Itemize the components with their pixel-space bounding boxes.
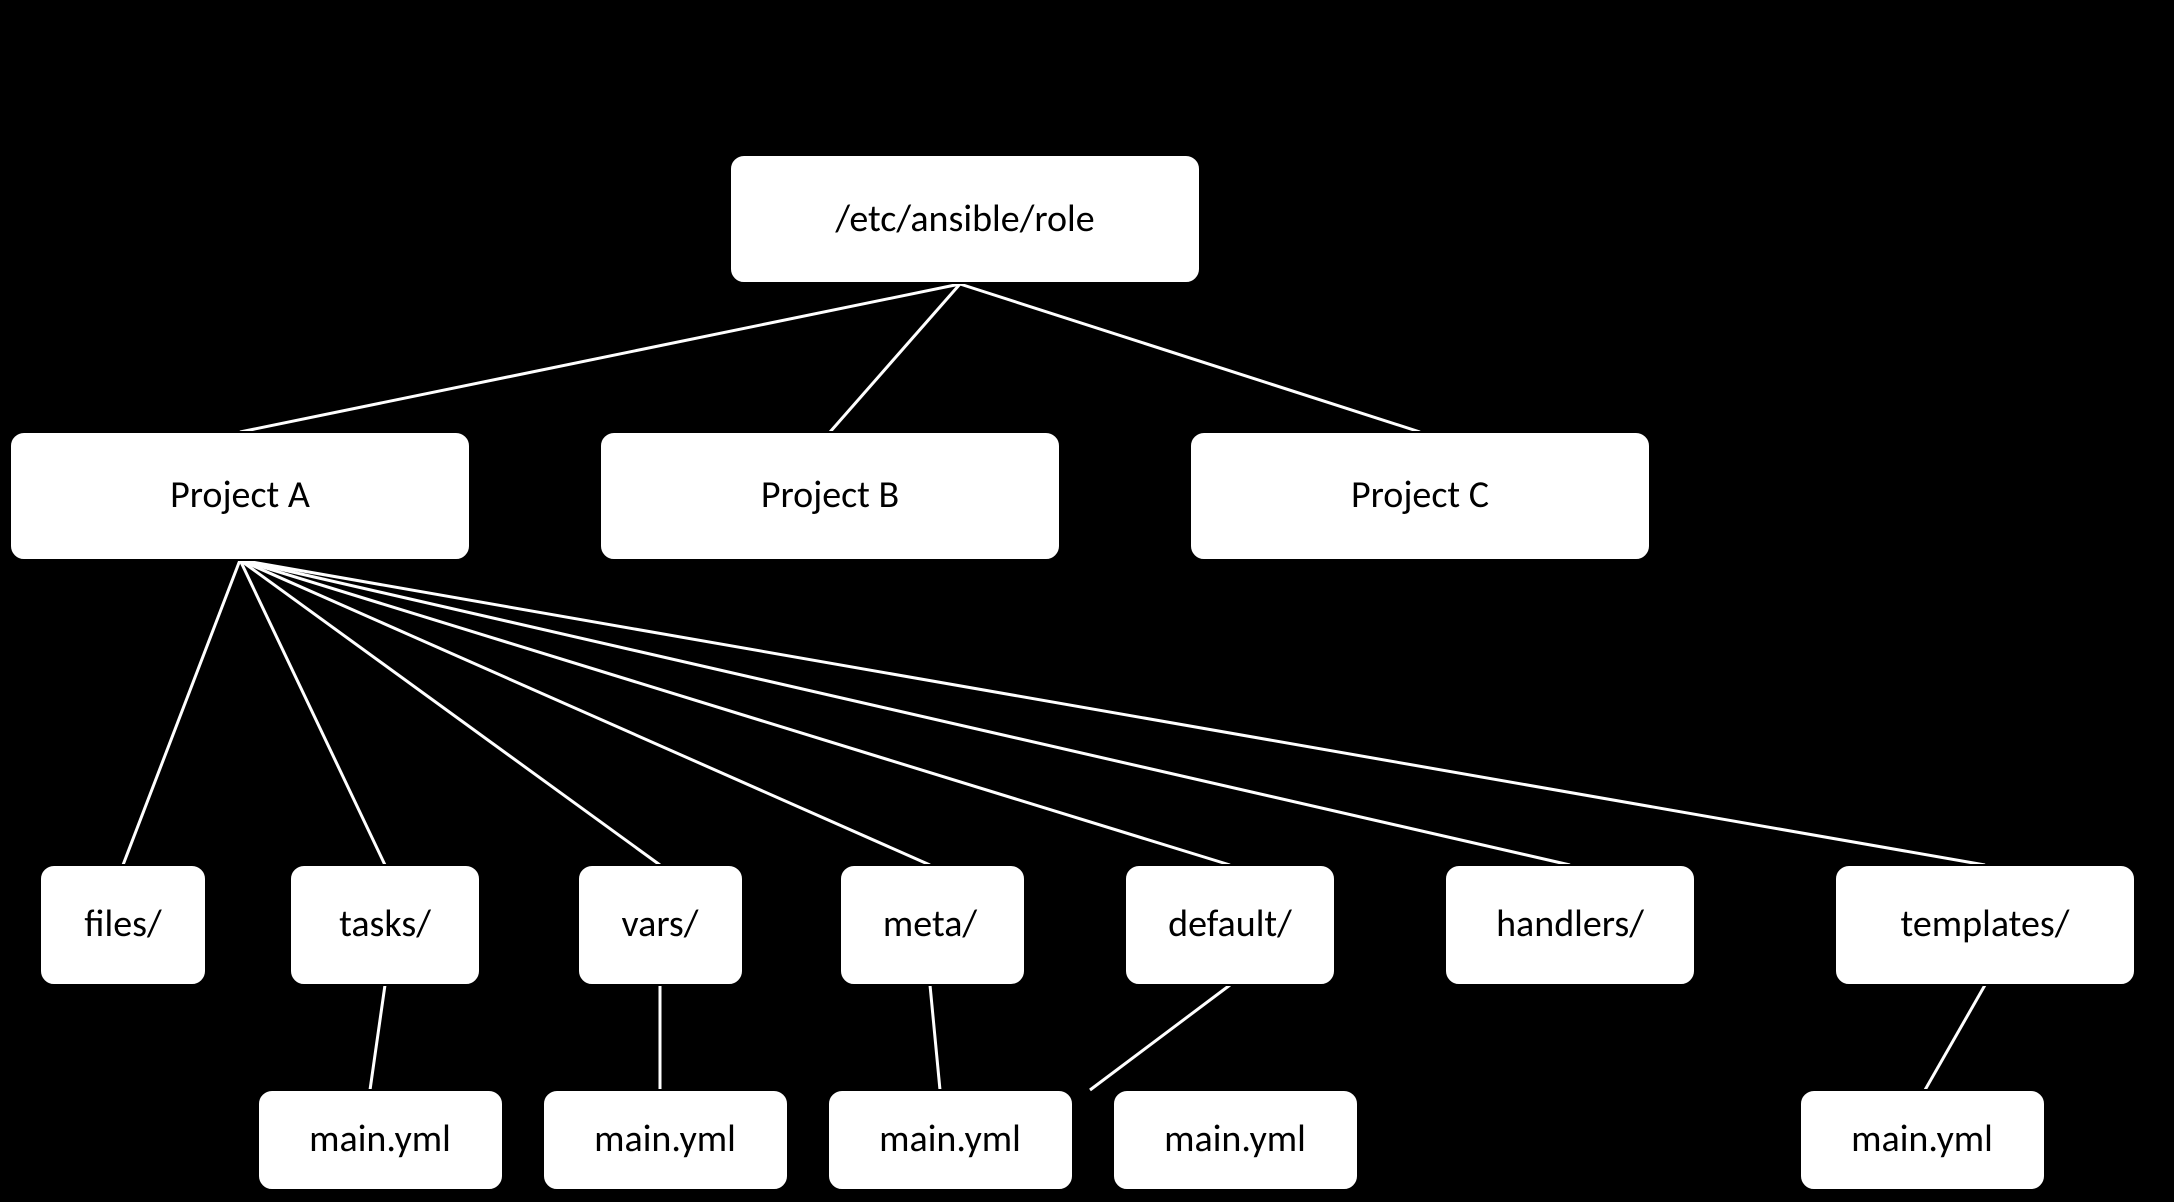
dir-tasks-label: tasks/ [339,901,431,947]
node-file-vars-main: main.yml [543,1090,788,1190]
edge-default-main [1090,985,1230,1090]
dir-vars-label: vars/ [622,901,699,947]
node-file-tasks-main: main.yml [258,1090,503,1190]
dir-default-label: default/ [1168,901,1292,947]
node-file-templates-main: main.yml [1800,1090,2045,1190]
node-dir-tasks: tasks/ [290,865,480,985]
edge-projA-default [240,560,1230,865]
dir-meta-label: meta/ [883,901,978,947]
node-dir-meta: meta/ [840,865,1025,985]
node-dir-default: default/ [1125,865,1335,985]
edge-root-projectA [240,284,960,432]
file-tasks-main-label: main.yml [309,1116,451,1162]
ansible-role-tree-diagram: /etc/ansible/role Project A Project B Pr… [0,0,2174,1202]
node-project-a: Project A [10,432,470,560]
node-file-default-main: main.yml [1113,1090,1358,1190]
node-dir-files: files/ [40,865,206,985]
node-file-meta-main: main.yml [828,1090,1073,1190]
edge-projA-tasks [240,560,385,865]
edge-tasks-main [370,985,385,1090]
edge-projA-meta [240,560,930,865]
file-meta-main-label: main.yml [879,1116,1021,1162]
edge-root-projectC [960,284,1420,432]
dir-handlers-label: handlers/ [1496,901,1644,947]
edge-projA-handlers [240,560,1570,865]
edge-meta-main [930,985,940,1090]
edge-projA-files [123,560,240,865]
dir-templates-label: templates/ [1901,901,2070,947]
root-label: /etc/ansible/role [834,196,1094,242]
node-dir-handlers: handlers/ [1445,865,1695,985]
project-b-label: Project B [761,472,899,518]
node-dir-templates: templates/ [1835,865,2135,985]
node-project-b: Project B [600,432,1060,560]
file-templates-main-label: main.yml [1851,1116,1993,1162]
node-dir-vars: vars/ [578,865,743,985]
dir-files-label: files/ [84,901,162,947]
file-default-main-label: main.yml [1164,1116,1306,1162]
node-root: /etc/ansible/role [730,155,1200,283]
project-c-label: Project C [1351,472,1489,518]
project-a-label: Project A [170,472,310,518]
file-vars-main-label: main.yml [594,1116,736,1162]
edge-projA-vars [240,560,660,865]
edge-templates-main [1925,985,1985,1090]
node-project-c: Project C [1190,432,1650,560]
edge-projA-templates [240,560,1985,865]
